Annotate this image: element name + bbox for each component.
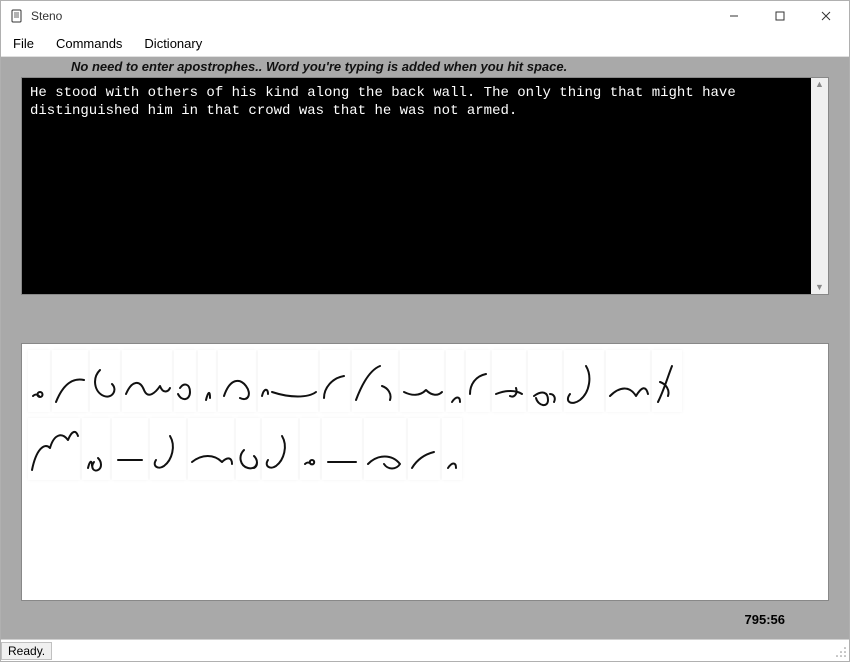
steno-glyph	[300, 418, 320, 480]
close-button[interactable]	[803, 1, 849, 31]
steno-glyph	[188, 418, 234, 480]
menu-dictionary[interactable]: Dictionary	[142, 34, 204, 53]
steno-glyph	[150, 418, 186, 480]
steno-glyph	[446, 350, 464, 412]
steno-glyph	[408, 418, 440, 480]
steno-glyph	[492, 350, 526, 412]
resize-grip-icon[interactable]	[831, 642, 849, 660]
steno-glyph	[652, 350, 682, 412]
client-area: No need to enter apostrophes.. Word you'…	[1, 57, 849, 639]
steno-glyph	[82, 418, 110, 480]
minimize-button[interactable]	[711, 1, 757, 31]
timer-display: 795:56	[745, 612, 785, 627]
steno-glyph	[466, 350, 490, 412]
steno-glyph	[236, 418, 260, 480]
menubar: File Commands Dictionary	[1, 31, 849, 57]
steno-glyph	[322, 418, 362, 480]
window-controls	[711, 1, 849, 31]
app-window: Steno File Commands Dictionary No need t…	[0, 0, 850, 662]
steno-glyph	[364, 418, 406, 480]
steno-glyph	[352, 350, 398, 412]
steno-glyph	[112, 418, 148, 480]
steno-glyph	[218, 350, 256, 412]
steno-glyph	[262, 418, 298, 480]
steno-glyph	[442, 418, 462, 480]
steno-glyph	[564, 350, 604, 412]
steno-panel	[21, 343, 829, 601]
steno-glyph	[400, 350, 444, 412]
document-icon	[9, 8, 25, 24]
window-title: Steno	[31, 9, 711, 23]
editor-scrollbar[interactable]: ▲ ▼	[811, 78, 828, 294]
statusbar: Ready.	[1, 639, 849, 661]
scroll-up-icon[interactable]: ▲	[815, 80, 824, 89]
steno-glyph	[258, 350, 318, 412]
steno-glyph	[28, 418, 80, 480]
steno-glyph	[606, 350, 650, 412]
editor-frame: He stood with others of his kind along t…	[21, 77, 829, 295]
status-text: Ready.	[1, 642, 52, 660]
menu-commands[interactable]: Commands	[54, 34, 124, 53]
steno-glyph	[320, 350, 350, 412]
steno-glyph	[528, 350, 562, 412]
steno-glyph	[174, 350, 196, 412]
steno-glyph	[122, 350, 172, 412]
steno-glyph	[198, 350, 216, 412]
steno-glyph	[52, 350, 88, 412]
editor-textarea[interactable]: He stood with others of his kind along t…	[22, 78, 811, 294]
steno-glyph	[28, 350, 50, 412]
steno-glyph	[90, 350, 120, 412]
maximize-button[interactable]	[757, 1, 803, 31]
steno-row-2	[22, 412, 828, 480]
steno-row-1	[22, 344, 828, 412]
titlebar: Steno	[1, 1, 849, 31]
scroll-down-icon[interactable]: ▼	[815, 283, 824, 292]
hint-text: No need to enter apostrophes.. Word you'…	[1, 57, 849, 77]
menu-file[interactable]: File	[11, 34, 36, 53]
